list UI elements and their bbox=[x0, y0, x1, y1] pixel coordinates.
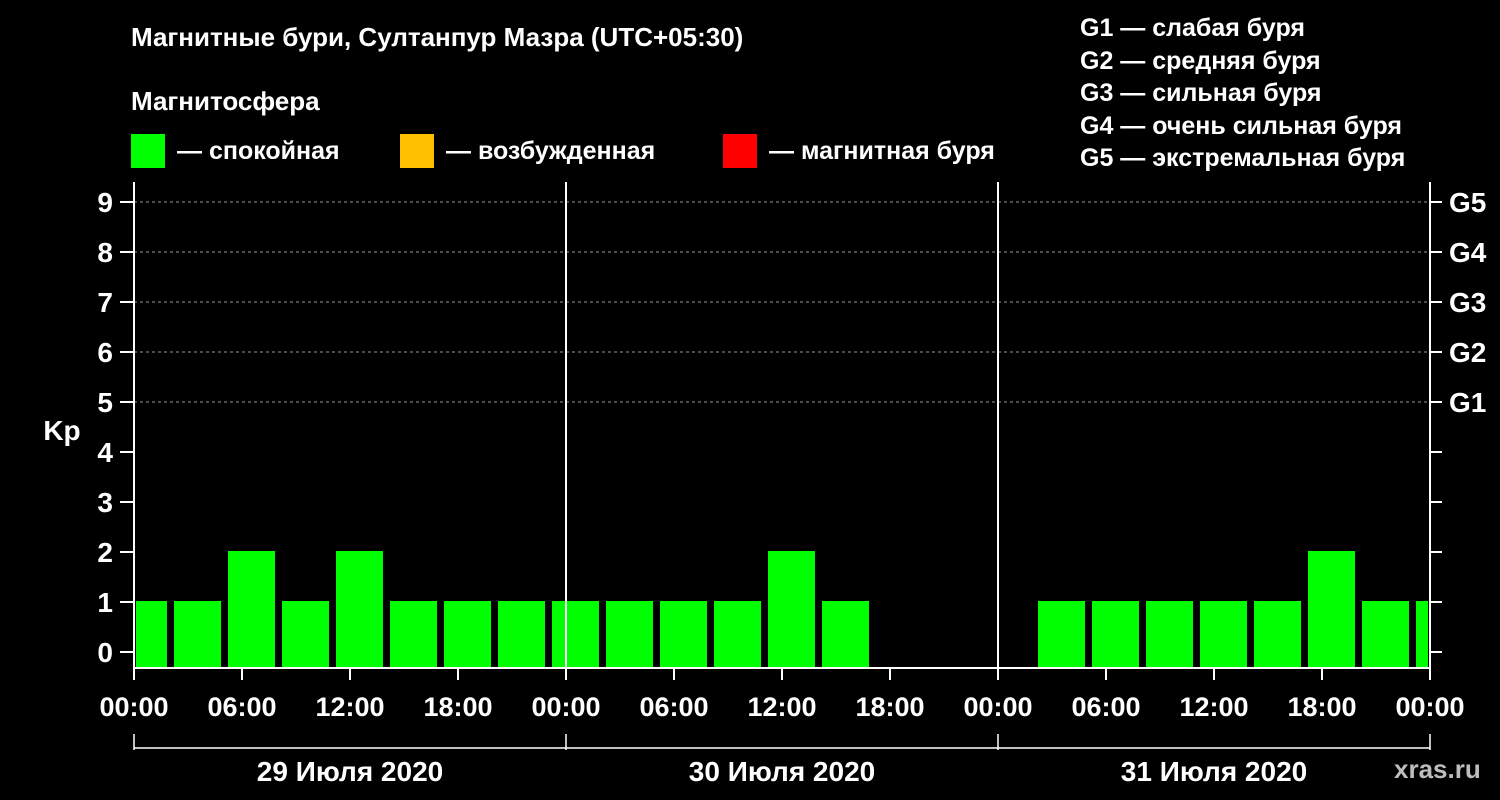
day-label-0: 29 Июля 2020 bbox=[257, 756, 443, 787]
bars-layer bbox=[136, 551, 1428, 668]
y-tick-label-1: 1 bbox=[97, 587, 113, 618]
kp-bar-17 bbox=[1200, 601, 1247, 668]
kp-bar-3 bbox=[282, 601, 329, 668]
right-tick-label-g4: G4 bbox=[1449, 237, 1487, 268]
y-tick-label-5: 5 bbox=[97, 387, 113, 418]
right-tick-label-g3: G3 bbox=[1449, 287, 1486, 318]
x-tick-label-12: 00:00 bbox=[1395, 692, 1464, 722]
right-tick-label-g2: G2 bbox=[1449, 337, 1486, 368]
x-tick-label-1: 06:00 bbox=[207, 692, 276, 722]
kp-bar-1 bbox=[174, 601, 221, 668]
y-tick-label-4: 4 bbox=[97, 437, 113, 468]
kp-bar-16 bbox=[1146, 601, 1193, 668]
grid-layer bbox=[134, 201, 1430, 403]
kp-bar-15 bbox=[1092, 601, 1139, 668]
x-tick-label-7: 18:00 bbox=[855, 692, 924, 722]
y-tick-label-9: 9 bbox=[97, 187, 113, 218]
watermark: xras.ru bbox=[1394, 754, 1481, 784]
x-tick-label-9: 06:00 bbox=[1071, 692, 1140, 722]
kp-bar-2 bbox=[228, 551, 275, 668]
kp-bar-12 bbox=[768, 551, 815, 668]
kp-bar-20 bbox=[1362, 601, 1409, 668]
kp-bar-14 bbox=[1038, 601, 1085, 668]
kp-bar-6 bbox=[444, 601, 491, 668]
kp-bar-7 bbox=[498, 601, 545, 668]
kp-bar-18 bbox=[1254, 601, 1301, 668]
x-tick-label-10: 12:00 bbox=[1179, 692, 1248, 722]
kp-bar-5 bbox=[390, 601, 437, 668]
kp-bar-10 bbox=[660, 601, 707, 668]
kp-bar-21 bbox=[1416, 601, 1428, 668]
kp-bar-4 bbox=[336, 551, 383, 668]
x-tick-label-2: 12:00 bbox=[315, 692, 384, 722]
y-tick-label-7: 7 bbox=[97, 287, 113, 318]
y-tick-label-6: 6 bbox=[97, 337, 113, 368]
kp-bar-11 bbox=[714, 601, 761, 668]
kp-bar-0 bbox=[136, 601, 167, 668]
x-tick-label-4: 00:00 bbox=[531, 692, 600, 722]
kp-bar-9 bbox=[606, 601, 653, 668]
kp-bar-19 bbox=[1308, 551, 1355, 668]
kp-chart: 0 1 2 3 4 5 6 7 8 9 G1 G2 G3 G4 G5 00:00 06:00 12:00 18:00… bbox=[43, 182, 1487, 787]
axes-layer: 0 1 2 3 4 5 6 7 8 9 G1 G2 G3 G4 G5 00:00 06:00 12:00 18:00… bbox=[97, 182, 1487, 787]
x-tick-label-3: 18:00 bbox=[423, 692, 492, 722]
y-tick-label-3: 3 bbox=[97, 487, 113, 518]
x-tick-label-5: 06:00 bbox=[639, 692, 708, 722]
x-tick-label-6: 12:00 bbox=[747, 692, 816, 722]
y-axis-label: Kp bbox=[43, 415, 80, 446]
x-tick-label-8: 00:00 bbox=[963, 692, 1032, 722]
day-label-1: 30 Июля 2020 bbox=[689, 756, 875, 787]
x-tick-label-0: 00:00 bbox=[99, 692, 168, 722]
right-tick-label-g1: G1 bbox=[1449, 387, 1486, 418]
right-tick-label-g5: G5 bbox=[1449, 187, 1486, 218]
y-tick-label-2: 2 bbox=[97, 537, 113, 568]
kp-bar-8 bbox=[552, 601, 599, 668]
y-tick-label-8: 8 bbox=[97, 237, 113, 268]
y-tick-label-0: 0 bbox=[97, 637, 113, 668]
day-label-2: 31 Июля 2020 bbox=[1121, 756, 1307, 787]
kp-bar-13 bbox=[822, 601, 869, 668]
x-tick-label-11: 18:00 bbox=[1287, 692, 1356, 722]
